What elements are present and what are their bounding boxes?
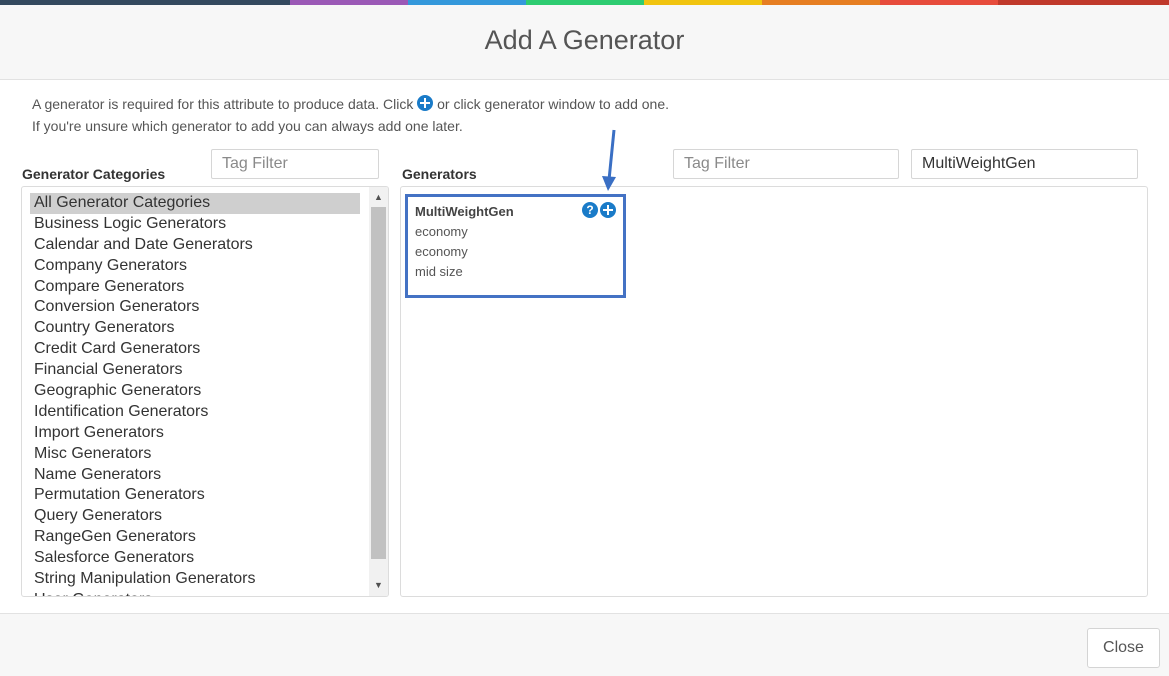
category-list-box[interactable]: All Generator Categories Business Logic G… [21, 186, 389, 597]
category-item[interactable]: Permutation Generators [30, 485, 360, 506]
generator-card[interactable]: MultiWeightGen economy economy mid size … [405, 194, 626, 298]
close-button[interactable]: Close [1087, 628, 1160, 668]
category-item[interactable]: Query Generators [30, 506, 360, 527]
intro-line-1-end: or click generator window to add one. [433, 96, 670, 112]
category-item[interactable]: User Generators [30, 590, 360, 596]
category-item[interactable]: RangeGen Generators [30, 527, 360, 548]
category-item[interactable]: Calendar and Date Generators [30, 235, 360, 256]
scroll-thumb[interactable] [371, 207, 386, 559]
category-item[interactable]: Compare Generators [30, 277, 360, 298]
category-item[interactable]: Identification Generators [30, 402, 360, 423]
category-item[interactable]: Misc Generators [30, 444, 360, 465]
scroll-down-icon[interactable]: ▼ [369, 577, 388, 594]
category-item[interactable]: Company Generators [30, 256, 360, 277]
intro-line-1-start: A generator is required for this attribu… [32, 96, 418, 112]
arrow-down-icon [602, 129, 616, 191]
category-scrollbar[interactable]: ▲ ▼ [369, 187, 388, 596]
generator-sample: mid size [415, 264, 463, 279]
category-item[interactable]: Name Generators [30, 465, 360, 486]
category-tag-filter-input[interactable] [211, 149, 379, 179]
category-item[interactable]: Salesforce Generators [30, 548, 360, 569]
generator-sample: economy [415, 224, 468, 239]
generator-name: MultiWeightGen [415, 204, 514, 219]
category-item[interactable]: Credit Card Generators [30, 339, 360, 360]
modal-header: Add A Generator [0, 5, 1169, 80]
generators-title: Generators [402, 166, 477, 182]
category-item[interactable]: Business Logic Generators [30, 214, 360, 235]
modal-title: Add A Generator [484, 25, 685, 55]
intro-line-2: If you're unsure which generator to add … [32, 118, 463, 134]
question-circle-icon[interactable]: ? [582, 202, 598, 218]
intro-line-1: A generator is required for this attribu… [32, 93, 669, 115]
category-item[interactable]: All Generator Categories [30, 193, 360, 214]
plus-circle-icon [417, 95, 434, 111]
generator-tag-filter-input[interactable] [673, 149, 899, 179]
scroll-up-icon[interactable]: ▲ [369, 189, 388, 206]
generator-sample: economy [415, 244, 468, 259]
category-item[interactable]: Country Generators [30, 318, 360, 339]
categories-title: Generator Categories [22, 166, 166, 182]
modal-footer: Close [0, 613, 1169, 676]
generators-window[interactable]: MultiWeightGen economy economy mid size … [400, 186, 1148, 597]
category-item[interactable]: Conversion Generators [30, 297, 360, 318]
category-list: All Generator Categories Business Logic G… [30, 193, 360, 596]
generator-search-input[interactable] [911, 149, 1138, 179]
plus-circle-icon[interactable] [600, 202, 616, 218]
category-item[interactable]: Import Generators [30, 423, 360, 444]
category-item[interactable]: Geographic Generators [30, 381, 360, 402]
intro-text: A generator is required for this attribu… [32, 93, 669, 137]
category-item[interactable]: String Manipulation Generators [30, 569, 360, 590]
category-item[interactable]: Financial Generators [30, 360, 360, 381]
